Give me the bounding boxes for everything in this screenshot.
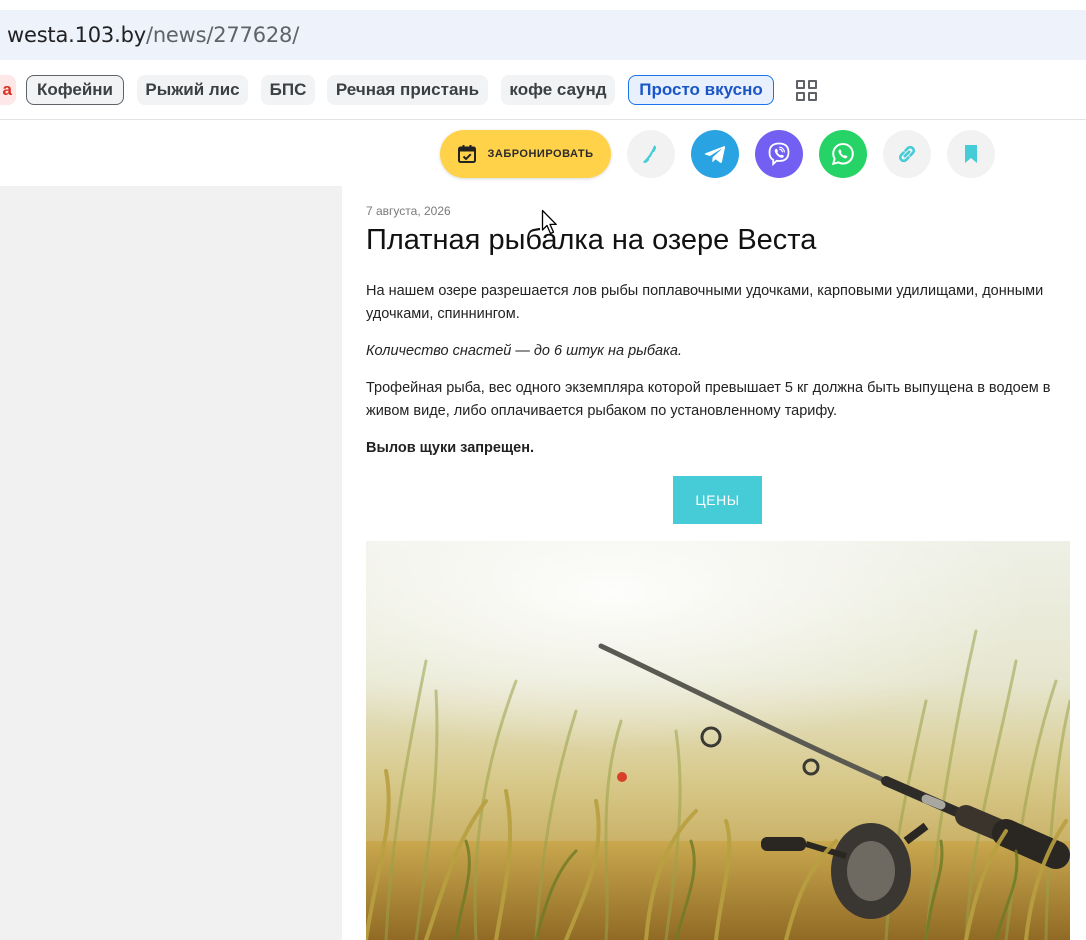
prices-button[interactable]: ЦЕНЫ	[673, 476, 762, 524]
chip-label: Кофейни	[36, 80, 114, 99]
telegram-icon	[704, 146, 726, 163]
whatsapp-button[interactable]	[819, 130, 867, 178]
grid-icon[interactable]	[796, 80, 818, 102]
article-date: 7 августа, 2026	[366, 204, 451, 218]
article-paragraph-2: Количество снастей — до 6 штук на рыбака…	[366, 343, 683, 359]
chip-cut-off[interactable]: а	[0, 75, 16, 105]
link-icon	[898, 145, 916, 163]
article-title: Платная рыбалка на озере Веста	[366, 224, 817, 256]
chip-coffee-sound[interactable]: кофе саунд	[501, 75, 615, 105]
chip-label: Просто вкусно	[639, 80, 763, 99]
book-button[interactable]: ЗАБРОНИРОВАТЬ	[440, 130, 611, 178]
chip-ryzhiy-lis[interactable]: Рыжий лис	[137, 75, 248, 105]
chip-label: кофе саунд	[509, 80, 607, 99]
calendar-check-icon	[458, 145, 477, 163]
copy-link-button[interactable]	[883, 130, 931, 178]
chip-coffee-shops[interactable]: Кофейни	[26, 75, 124, 105]
phone-icon	[642, 145, 657, 163]
telegram-button[interactable]	[691, 130, 739, 178]
viber-button[interactable]	[755, 130, 803, 178]
bookmark-button[interactable]	[947, 130, 995, 178]
url-path: /news/277628/	[145, 23, 300, 47]
chip-label: Речная пристань	[335, 80, 480, 99]
whatsapp-icon	[831, 142, 854, 166]
chip-label: а	[2, 80, 12, 99]
article-paragraph-1: На нашем озере разрешается лов рыбы попл…	[366, 283, 1044, 322]
viber-icon	[768, 142, 790, 167]
call-button[interactable]	[627, 130, 675, 178]
bookmark-icon	[965, 145, 977, 163]
article-photo	[366, 541, 1070, 940]
book-button-label: ЗАБРОНИРОВАТЬ	[487, 148, 594, 160]
mouse-cursor-icon	[541, 209, 557, 235]
chip-label: БПС	[269, 80, 307, 99]
chip-river-pier[interactable]: Речная пристань	[327, 75, 488, 105]
left-sidebar-panel	[0, 186, 342, 940]
article-paragraph-3: Трофейная рыба, вес одного экземпляра ко…	[366, 380, 1051, 419]
chip-prosto-vkusno[interactable]: Просто вкусно	[628, 75, 774, 105]
category-chips-bar: а Кофейни Рыжий лис БПС Речная пристань …	[0, 60, 1086, 120]
address-bar[interactable]: westa.103.by/news/277628/	[0, 10, 1086, 60]
article-paragraph-4: Вылов щуки запрещен.	[366, 440, 535, 456]
chip-bps[interactable]: БПС	[261, 75, 315, 105]
chip-label: Рыжий лис	[145, 80, 240, 99]
browser-window: westa.103.by/news/277628/ а Кофейни Рыжи…	[0, 0, 1086, 940]
url-host: westa.103.by	[7, 23, 146, 47]
